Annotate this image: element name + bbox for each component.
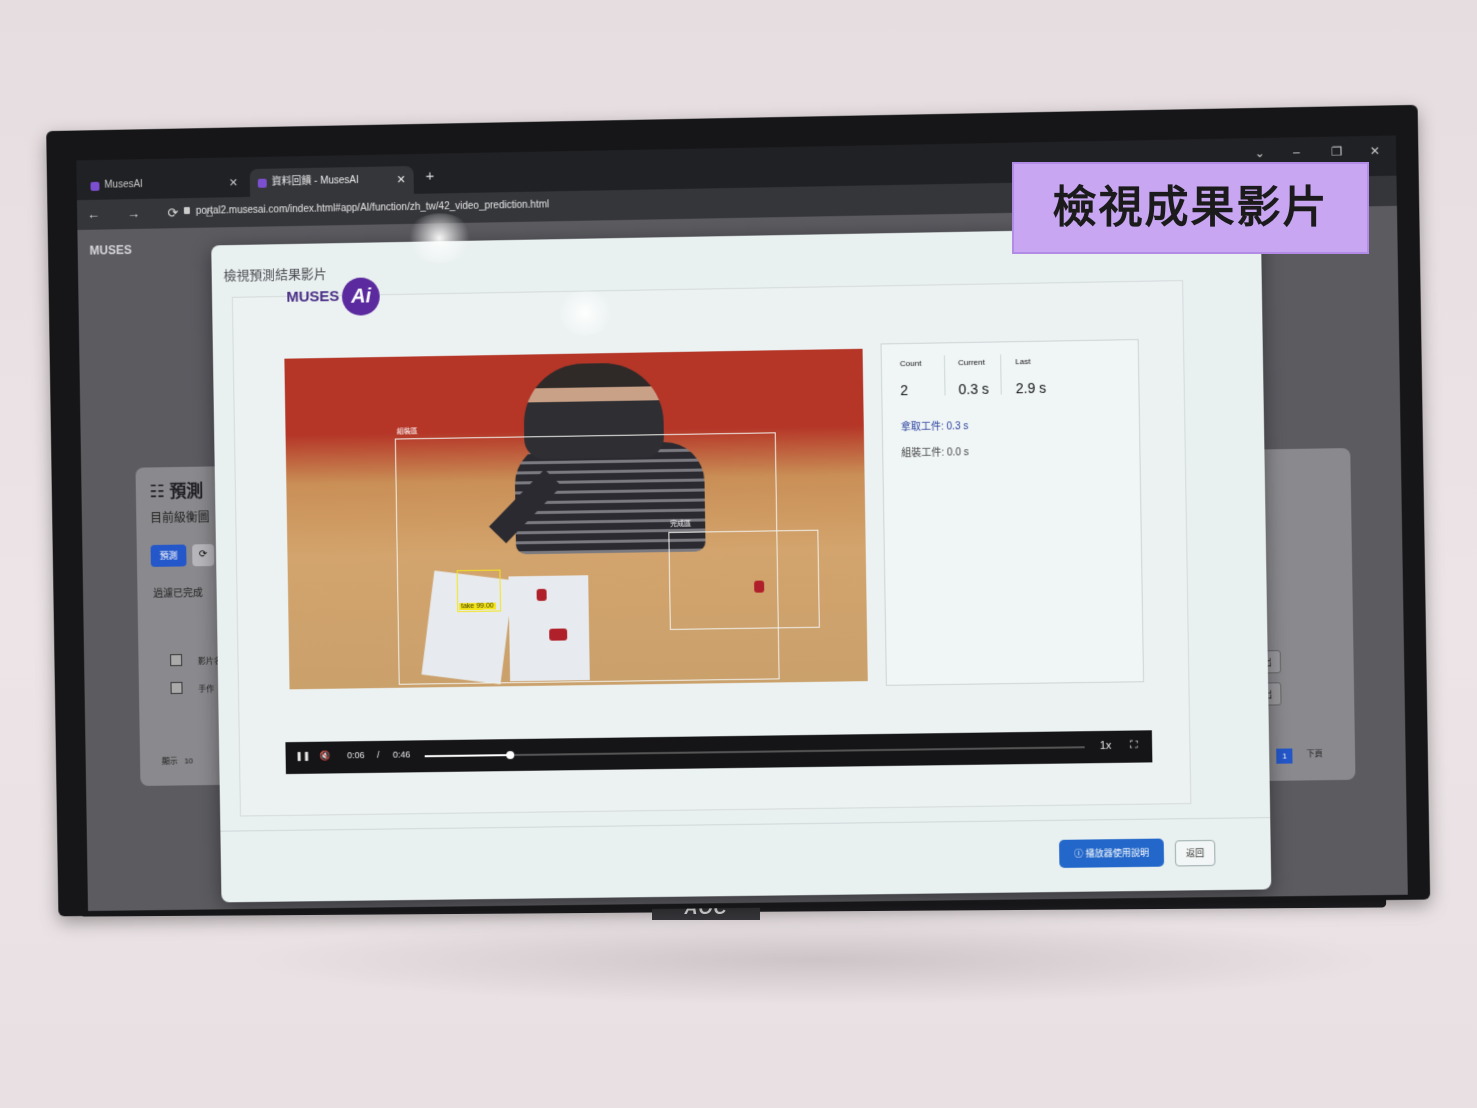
close-tab-icon[interactable]: ✕	[229, 169, 239, 197]
modal-footer-divider	[220, 817, 1271, 832]
assemble-part-time: 組裝工件: 0.0 s	[901, 447, 969, 460]
predict-button[interactable]: 預測	[150, 544, 187, 567]
url-field[interactable]: portal2.musesai.com/index.html#app/AI/fu…	[183, 199, 550, 217]
url-text: portal2.musesai.com/index.html#app/AI/fu…	[195, 199, 550, 217]
detection-label: take 99.00	[459, 602, 496, 611]
last-value: 2.9 s	[1015, 379, 1047, 397]
current-value: 0.3 s	[958, 380, 990, 398]
refresh-icon[interactable]: ⟳	[192, 544, 215, 567]
close-tab-icon[interactable]: ✕	[396, 166, 406, 194]
assembly-region-label: 組裝區	[396, 428, 418, 436]
musesai-favicon-icon	[90, 181, 100, 191]
current-time: 0:06	[347, 750, 365, 761]
back-button[interactable]: 返回	[1174, 839, 1216, 867]
count-label: Count	[899, 358, 922, 369]
filter-label: 過濾已完成	[153, 588, 203, 600]
new-tab-icon[interactable]: +	[425, 168, 434, 185]
mute-icon[interactable]: 🔇	[319, 751, 330, 762]
row-checkbox[interactable]	[170, 654, 183, 667]
duration: 0:46	[392, 749, 411, 760]
browser-tab-musesai[interactable]: MusesAI ✕	[82, 169, 246, 200]
playback-speed[interactable]: 1x	[1100, 740, 1112, 752]
take-part-time: 拿取工件: 0.3 s	[900, 421, 969, 434]
player-help-button[interactable]: ⓘ 播放器使用說明	[1059, 838, 1165, 868]
row-checkbox[interactable]	[170, 681, 183, 695]
tab-title: 資料回饋 - MusesAI	[271, 174, 359, 188]
current-label: Current	[957, 357, 985, 368]
page-logo: MUSES	[89, 242, 132, 258]
page-size-selector[interactable]: 顯示 10	[162, 755, 193, 766]
lock-icon	[183, 207, 190, 215]
pause-icon[interactable]: ❚❚	[295, 751, 310, 762]
timing-stats-panel: Count 2 Current 0.3 s Last 2.9 s 拿取工件: 0…	[880, 339, 1145, 686]
close-window-icon[interactable]: ✕	[1370, 144, 1380, 158]
tab-search-icon[interactable]: ⌄	[1255, 146, 1265, 160]
seek-bar[interactable]	[424, 746, 1085, 760]
tab-title: MusesAI	[104, 179, 143, 191]
caption-banner: 檢視成果影片	[1012, 162, 1369, 254]
finished-region-box	[668, 529, 820, 630]
time-separator: /	[376, 749, 380, 760]
count-value: 2	[900, 382, 909, 399]
stats-divider	[1000, 354, 1002, 395]
finished-region-label: 完成區	[670, 520, 692, 528]
seek-bar-fill	[424, 754, 511, 758]
table-row: 手作	[198, 684, 215, 694]
seek-knob[interactable]	[506, 751, 515, 760]
pager-current[interactable]: 1	[1276, 748, 1294, 764]
last-label: Last	[1015, 356, 1031, 367]
musesai-favicon-icon	[257, 178, 267, 188]
page-title: ☷ 預測	[149, 481, 204, 502]
fullscreen-icon[interactable]: ⛶	[1130, 740, 1138, 753]
muses-ai-logo: MUSES Ai	[286, 277, 381, 317]
browser-tab-feedback[interactable]: 資料回饋 - MusesAI ✕	[249, 165, 414, 197]
stats-divider	[943, 355, 946, 396]
video-prediction-modal: 檢視預測結果影片 MUSES Ai 組裝區 完成區 take 99.00 Cou…	[211, 226, 1272, 903]
prediction-video[interactable]: 組裝區 完成區 take 99.00	[284, 348, 868, 690]
minimize-icon[interactable]: –	[1293, 145, 1300, 159]
page-subtitle: 目前級衡圖	[150, 510, 210, 526]
pager-next[interactable]: 下頁	[1306, 748, 1322, 759]
wall-shadow	[240, 915, 1390, 1005]
restore-icon[interactable]: ❐	[1331, 145, 1342, 159]
